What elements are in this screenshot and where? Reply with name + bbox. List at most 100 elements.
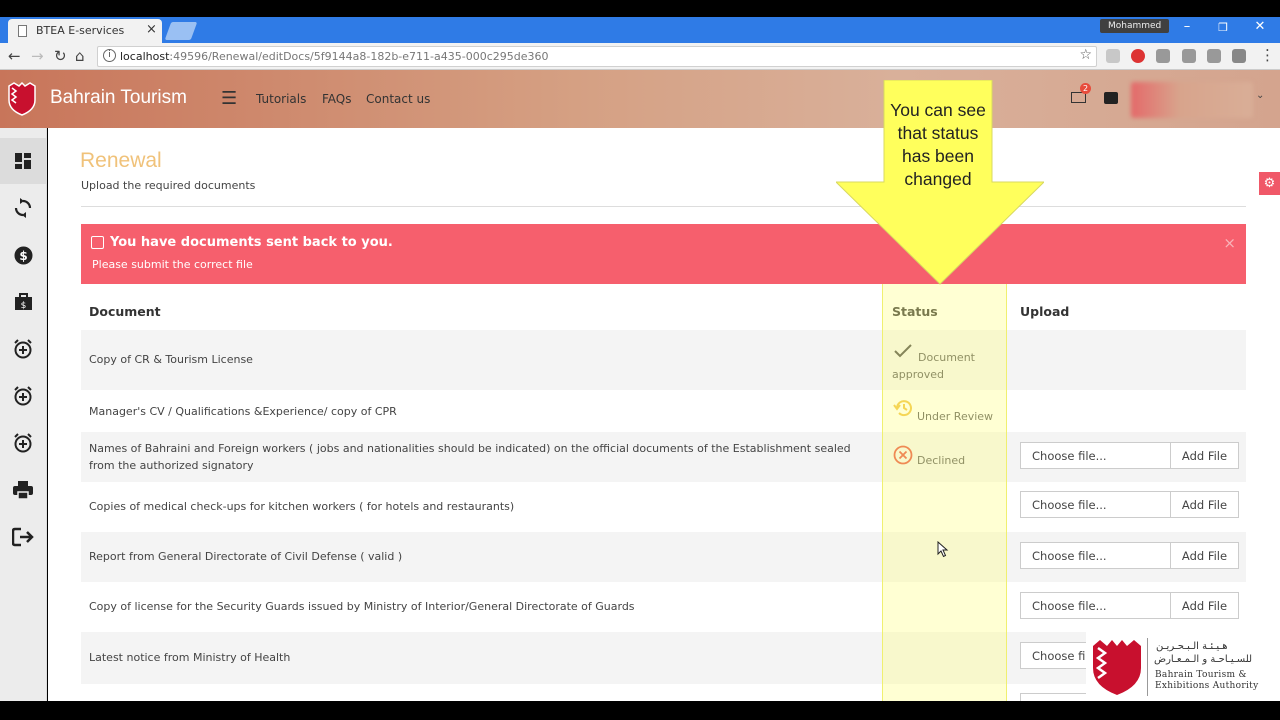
sidebar-item-licenses[interactable]: $ (0, 279, 46, 325)
column-header-document: Document (89, 304, 161, 319)
sidebar-item-alarm-2[interactable] (0, 373, 46, 419)
document-name: Copy of CR & Tourism License (89, 353, 253, 366)
bahrain-emblem-icon[interactable] (6, 82, 38, 116)
browser-toolbar: ← → ↻ ⌂ i localhost:49596/Renewal/editDo… (0, 43, 1280, 70)
forward-icon[interactable]: → (31, 47, 44, 65)
watermark-english-line2: Exhibitions Authority (1155, 681, 1259, 691)
mail-count-badge: 2 (1080, 83, 1091, 94)
payment-icon: $ (14, 246, 32, 264)
document-name: Copies of medical check-ups for kitchen … (89, 500, 515, 513)
sidebar-item-payments[interactable]: $ (0, 232, 46, 278)
chat-icon[interactable] (1104, 92, 1118, 104)
minimize-button[interactable]: – (1172, 19, 1202, 34)
sidebar-item-logout[interactable] (0, 514, 46, 560)
alert-close-icon[interactable]: × (1223, 234, 1236, 252)
window-close-button[interactable]: ✕ (1245, 19, 1275, 34)
extension-icon[interactable] (1156, 49, 1170, 63)
table-row: Copy of license for the Security Guards … (81, 582, 1246, 632)
letterbox-bottom (0, 701, 1280, 720)
chevron-down-icon[interactable]: ⌄ (1256, 90, 1264, 101)
column-header-upload: Upload (1020, 304, 1070, 319)
menu-toggle-icon[interactable]: ☰ (221, 88, 237, 109)
adblock-icon[interactable] (1131, 49, 1145, 63)
dashboard-icon (15, 153, 31, 169)
mouse-cursor-icon (937, 541, 949, 558)
add-file-button[interactable]: Add File (1170, 491, 1239, 518)
table-row: Copies of medical check-ups for kitchen … (81, 482, 1246, 532)
sent-back-alert: You have documents sent back to you. Ple… (81, 224, 1246, 284)
file-chooser[interactable]: Choose file... (1020, 592, 1171, 619)
divider (81, 206, 1246, 207)
nav-faqs[interactable]: FAQs (322, 92, 352, 106)
file-chooser[interactable]: Choose file... (1020, 442, 1171, 469)
annotation-text: You can see that status has been changed (890, 100, 986, 189)
extension-icon[interactable] (1207, 49, 1221, 63)
watermark-english-line1: Bahrain Tourism & (1155, 670, 1247, 680)
file-chooser[interactable]: Choose file... (1020, 491, 1171, 518)
url-host: localhost (120, 50, 170, 63)
print-icon (13, 481, 33, 499)
watermark-arabic-line1: هـيـئـة الـبـحـريـن (1156, 641, 1228, 652)
brand-name[interactable]: Bahrain Tourism (50, 87, 187, 109)
settings-gear-icon[interactable]: ⚙ (1259, 172, 1280, 195)
sidebar-item-print[interactable] (0, 467, 46, 513)
document-name: Manager's CV / Qualifications &Experienc… (89, 405, 397, 418)
status-column-highlight (882, 284, 1007, 701)
nav-tutorials[interactable]: Tutorials (256, 92, 306, 106)
watermark-arabic-line2: للسـيـاحـة و الـمـعـارض (1154, 654, 1253, 665)
sidebar-item-alarm-3[interactable] (0, 420, 46, 466)
user-profile-menu[interactable] (1131, 82, 1253, 118)
table-row: Report from General Directorate of Civil… (81, 532, 1246, 582)
screen: BTEA E-services × Mohammed – ❐ ✕ ← → ↻ ⌂… (0, 0, 1280, 720)
alarm-add-icon (14, 386, 32, 406)
browser-tab-strip: BTEA E-services × Mohammed – ❐ ✕ (0, 17, 1280, 43)
back-icon[interactable]: ← (8, 47, 21, 65)
alert-message: Please submit the correct file (92, 258, 253, 271)
bahrain-emblem-icon (1093, 640, 1141, 695)
page-subtitle: Upload the required documents (81, 179, 256, 192)
sidebar-item-renewal[interactable] (0, 185, 46, 231)
page-title: Renewal (80, 149, 162, 172)
url-text: localhost:49596/Renewal/editDocs/5f9144a… (120, 50, 549, 63)
home-icon[interactable]: ⌂ (75, 47, 85, 65)
tab-close-icon[interactable]: × (146, 22, 157, 37)
table-row: Names of Bahraini and Foreign workers ( … (81, 432, 1246, 482)
page-favicon-icon (18, 25, 27, 37)
add-file-button[interactable]: Add File (1170, 442, 1239, 469)
new-tab-button[interactable] (164, 22, 198, 40)
browser-menu-icon[interactable]: ⋮ (1260, 46, 1275, 64)
document-name: Report from General Directorate of Civil… (89, 550, 403, 563)
app-header: Bahrain Tourism ☰ Tutorials FAQs Contact… (0, 70, 1280, 128)
sidebar: $ $ (0, 128, 47, 701)
profile-name[interactable]: Mohammed (1100, 19, 1170, 33)
svg-text:$: $ (20, 301, 26, 311)
add-file-button[interactable]: Add File (1170, 542, 1239, 569)
browser-tab-title: BTEA E-services (36, 24, 125, 37)
document-name: Names of Bahraini and Foreign workers ( … (89, 442, 851, 472)
svg-text:$: $ (19, 249, 27, 263)
add-file-button[interactable]: Add File (1170, 592, 1239, 619)
extension-icon[interactable] (1106, 49, 1120, 63)
table-header: Document Status Upload (81, 284, 1246, 330)
table-row: Latest notice from Ministry of Health Ch… (81, 632, 1246, 684)
nav-contact-us[interactable]: Contact us (366, 92, 430, 106)
extension-icon[interactable] (1182, 49, 1196, 63)
sidebar-item-dashboard[interactable] (0, 138, 46, 184)
bookmark-star-icon[interactable]: ☆ (1079, 47, 1092, 63)
letterbox-top (0, 0, 1280, 17)
alarm-add-icon (14, 433, 32, 453)
url-bar[interactable]: i localhost:49596/Renewal/editDocs/5f914… (97, 46, 1097, 67)
alert-title: You have documents sent back to you. (110, 235, 393, 250)
calendar-icon (91, 236, 104, 249)
browser-tab[interactable]: BTEA E-services × (8, 19, 162, 43)
site-info-icon[interactable]: i (103, 49, 116, 62)
sidebar-item-alarm-1[interactable] (0, 326, 46, 372)
logout-icon (12, 527, 34, 547)
document-name: Copy of license for the Security Guards … (89, 600, 635, 613)
reload-icon[interactable]: ↻ (54, 47, 67, 65)
extension-icon[interactable] (1232, 49, 1246, 63)
btea-watermark: هـيـئـة الـبـحـريـن للسـيـاحـة و الـمـعـ… (1086, 632, 1280, 701)
file-chooser[interactable]: Choose file... (1020, 542, 1171, 569)
maximize-button[interactable]: ❐ (1208, 21, 1238, 34)
briefcase-icon: $ (14, 293, 32, 311)
